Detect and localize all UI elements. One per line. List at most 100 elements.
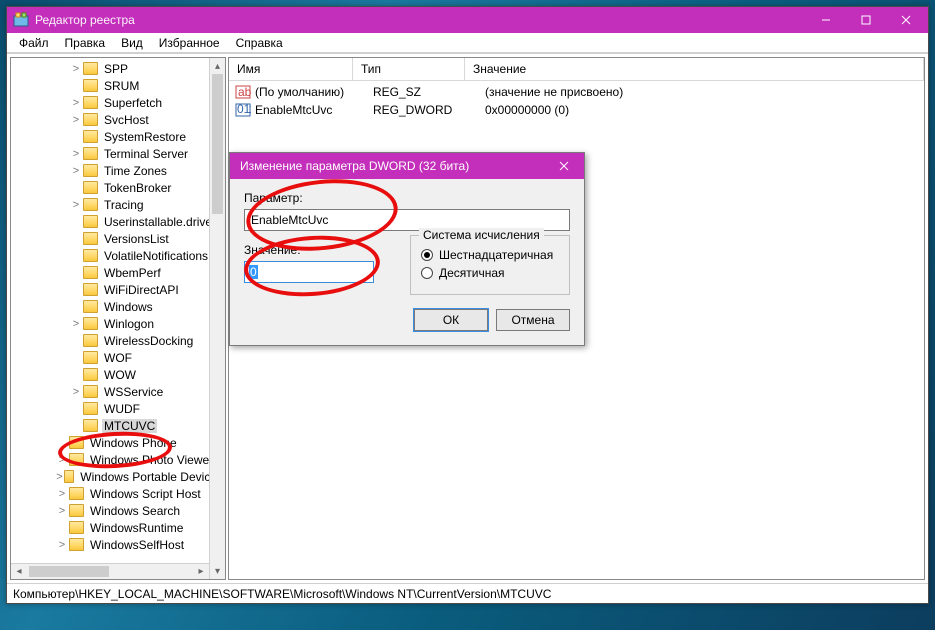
col-name[interactable]: Имя [229, 58, 353, 80]
scroll-up-icon[interactable]: ▴ [210, 58, 225, 74]
tree-item[interactable]: > Terminal Server [13, 145, 225, 162]
tree-item[interactable]: WOW [13, 366, 225, 383]
minimize-button[interactable] [806, 8, 846, 32]
expand-icon[interactable]: > [55, 505, 69, 517]
menu-favorites[interactable]: Избранное [151, 34, 228, 52]
expand-icon[interactable]: > [55, 471, 64, 483]
scroll-thumb[interactable] [212, 74, 223, 214]
tree-item[interactable]: TokenBroker [13, 179, 225, 196]
svg-text:ab: ab [238, 85, 251, 99]
folder-icon [83, 402, 98, 415]
tree-item[interactable]: WbemPerf [13, 264, 225, 281]
scroll-right-icon[interactable]: ▸ [193, 564, 209, 579]
expand-icon[interactable]: > [69, 63, 83, 75]
tree-item-label: WiFiDirectAPI [102, 283, 181, 297]
tree-item[interactable]: WirelessDocking [13, 332, 225, 349]
tree-item[interactable]: MTCUVC [13, 417, 225, 434]
tree-item[interactable]: >Tracing [13, 196, 225, 213]
tree-item[interactable]: SystemRestore [13, 128, 225, 145]
param-label: Параметр: [244, 191, 570, 205]
dialog-close-button[interactable] [544, 153, 584, 179]
scroll-down-icon[interactable]: ▾ [210, 563, 225, 579]
tree-item[interactable]: > Winlogon [13, 315, 225, 332]
col-value[interactable]: Значение [465, 58, 924, 80]
dialog-titlebar[interactable]: Изменение параметра DWORD (32 бита) [230, 153, 584, 179]
tree-item-label: Windows Photo Viewer [88, 453, 215, 467]
expand-icon[interactable]: > [55, 539, 69, 551]
cell-name: EnableMtcUvc [255, 103, 373, 117]
maximize-button[interactable] [846, 8, 886, 32]
status-bar: Компьютер\HKEY_LOCAL_MACHINE\SOFTWARE\Mi… [7, 583, 928, 603]
tree-item-label: MTCUVC [102, 419, 157, 433]
tree-item[interactable]: >SvcHost [13, 111, 225, 128]
expand-icon[interactable]: > [69, 386, 83, 398]
radio-dec[interactable] [421, 267, 433, 279]
value-input[interactable]: 0 [244, 261, 374, 283]
tree-item[interactable]: >Time Zones [13, 162, 225, 179]
expand-icon[interactable]: > [69, 165, 83, 177]
tree-item[interactable]: > Windows Photo Viewer [13, 451, 225, 468]
tree-item[interactable]: >Windows Search [13, 502, 225, 519]
tree-item[interactable]: SRUM [13, 77, 225, 94]
tree-item[interactable]: Windows [13, 298, 225, 315]
expand-icon[interactable]: > [69, 318, 83, 330]
folder-icon [83, 79, 98, 92]
folder-icon [69, 504, 84, 517]
menubar: Файл Правка Вид Избранное Справка [7, 33, 928, 53]
tree-item[interactable]: VersionsList [13, 230, 225, 247]
tree-item-label: Winlogon [102, 317, 156, 331]
tree-item[interactable]: >WSService [13, 383, 225, 400]
tree-item-label: WirelessDocking [102, 334, 195, 348]
tree-item[interactable]: Windows Phone [13, 434, 225, 451]
tree-item[interactable]: >Superfetch [13, 94, 225, 111]
radio-hex-label[interactable]: Шестнадцатеричная [439, 248, 553, 262]
expand-icon[interactable]: > [55, 488, 69, 500]
col-type[interactable]: Тип [353, 58, 465, 80]
tree-vertical-scrollbar[interactable]: ▴ ▾ [209, 58, 225, 579]
tree-item[interactable]: WOF [13, 349, 225, 366]
scroll-thumb-h[interactable] [29, 566, 109, 577]
expand-icon[interactable]: > [69, 199, 83, 211]
expand-icon[interactable]: > [69, 114, 83, 126]
tree-item-label: VolatileNotifications [102, 249, 210, 263]
expand-icon[interactable]: > [69, 97, 83, 109]
folder-icon [83, 181, 98, 194]
close-button[interactable] [886, 8, 926, 32]
radio-dec-label[interactable]: Десятичная [439, 266, 505, 280]
menu-edit[interactable]: Правка [57, 34, 114, 52]
menu-file[interactable]: Файл [11, 34, 57, 52]
cell-value: (значение не присвоено) [485, 85, 924, 99]
radio-hex[interactable] [421, 249, 433, 261]
tree-item[interactable]: >Windows Portable Devices [13, 468, 225, 485]
tree-item[interactable]: WiFiDirectAPI [13, 281, 225, 298]
tree-item[interactable]: VolatileNotifications [13, 247, 225, 264]
tree-item[interactable]: Userinstallable.drivers [13, 213, 225, 230]
tree-item[interactable]: > SPP [13, 60, 225, 77]
scroll-left-icon[interactable]: ◂ [11, 564, 27, 579]
tree-item[interactable]: WUDF [13, 400, 225, 417]
tree-item-label: Terminal Server [102, 147, 190, 161]
titlebar[interactable]: Редактор реестра [7, 7, 928, 33]
tree-item-label: SPP [102, 62, 130, 76]
tree-item-label: Windows Script Host [88, 487, 203, 501]
tree-horizontal-scrollbar[interactable]: ◂▸ [11, 563, 209, 579]
ok-button[interactable]: ОК [414, 309, 488, 331]
tree-item[interactable]: > Windows Script Host [13, 485, 225, 502]
menu-help[interactable]: Справка [228, 34, 291, 52]
dialog-title: Изменение параметра DWORD (32 бита) [240, 159, 544, 173]
tree-item[interactable]: >WindowsSelfHost [13, 536, 225, 553]
expand-icon[interactable]: > [69, 148, 83, 160]
dword-value-icon: 011 [235, 102, 251, 118]
folder-icon [83, 249, 98, 262]
tree-item[interactable]: WindowsRuntime [13, 519, 225, 536]
registry-tree[interactable]: > SPPSRUM>Superfetch>SvcHostSystemRestore… [10, 57, 226, 580]
value-row[interactable]: 011EnableMtcUvcREG_DWORD0x00000000 (0) [229, 101, 924, 119]
cancel-button[interactable]: Отмена [496, 309, 570, 331]
folder-icon [83, 419, 98, 432]
value-row[interactable]: ab(По умолчанию)REG_SZ(значение не присв… [229, 83, 924, 101]
tree-item-label: VersionsList [102, 232, 171, 246]
cell-type: REG_SZ [373, 85, 485, 99]
expand-icon[interactable]: > [55, 454, 69, 466]
folder-icon [69, 521, 84, 534]
menu-view[interactable]: Вид [113, 34, 151, 52]
